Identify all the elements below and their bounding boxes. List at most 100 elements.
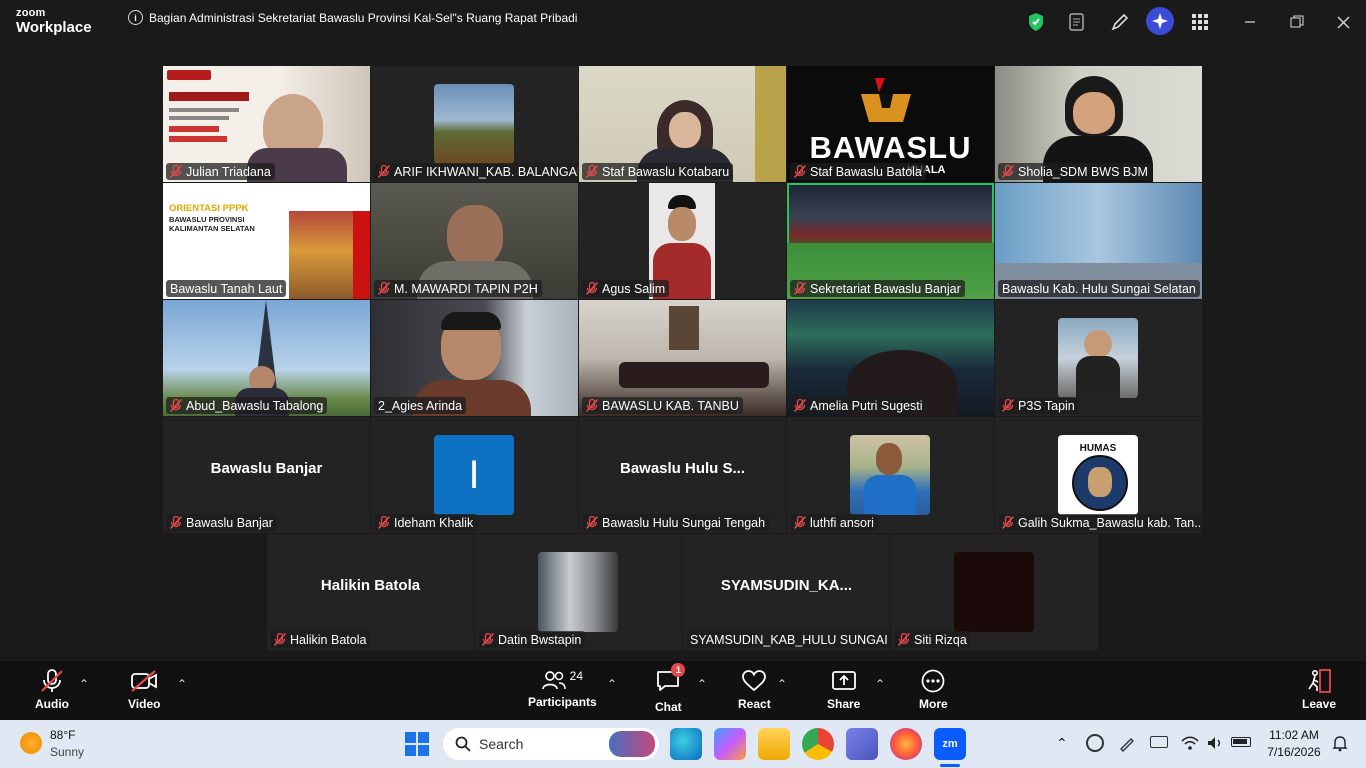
mic-muted-icon xyxy=(585,164,599,179)
firefox-icon[interactable] xyxy=(890,728,922,760)
participant-name: Datin Bwstapin xyxy=(498,632,582,647)
mic-muted-icon xyxy=(481,632,495,647)
participant-tile[interactable]: M. MAWARDI TAPIN P2H xyxy=(371,183,578,299)
participant-name-tag: ARIF IKHWANI_KAB. BALANGAN xyxy=(374,163,578,180)
participant-tile[interactable]: BAWASLU KAB. TANBU xyxy=(579,300,786,416)
volume-icon[interactable] xyxy=(1206,734,1224,752)
participant-tile[interactable]: Bawaslu Hulu S... Bawaslu Hulu Sungai Te… xyxy=(579,417,786,533)
zoom-taskbar-icon[interactable]: zm xyxy=(934,728,966,760)
react-button[interactable]: React xyxy=(738,669,771,711)
participant-tile[interactable]: Siti Rizqa xyxy=(891,534,1098,650)
participant-tile[interactable]: Sholia_SDM BWS BJM xyxy=(995,66,1202,182)
clock-time[interactable]: 11:02 AM xyxy=(1262,728,1326,742)
participant-tile[interactable]: P3S Tapin xyxy=(995,300,1202,416)
leave-label: Leave xyxy=(1302,697,1337,711)
participant-name-tag: 2_Agies Arinda xyxy=(374,397,467,414)
participant-tile[interactable]: ORIENTASI PPPK BAWASLU PROVINSI KALIMANT… xyxy=(163,183,370,299)
participant-name: 2_Agies Arinda xyxy=(378,398,463,413)
participant-tile[interactable]: BAWASLU KUALA Staf Bawaslu Batola xyxy=(787,66,994,182)
participant-tile[interactable]: Datin Bwstapin xyxy=(475,534,682,650)
mic-muted-icon xyxy=(585,281,599,296)
apps-grid-icon[interactable] xyxy=(1188,10,1212,34)
participant-tile-active-speaker[interactable]: Sekretariat Bawaslu Banjar xyxy=(787,183,994,299)
participant-tile[interactable]: Abud_Bawaslu Tabalong xyxy=(163,300,370,416)
slide-text-line xyxy=(169,126,219,132)
person-face xyxy=(1073,92,1115,134)
participant-name-tag: Sholia_SDM BWS BJM xyxy=(998,163,1152,180)
participant-name: Galih Sukma_Bawaslu kab. Tan... xyxy=(1018,515,1202,530)
mic-muted-icon xyxy=(1001,515,1015,530)
participant-tile[interactable]: Bawaslu Banjar Bawaslu Banjar xyxy=(163,417,370,533)
audio-options-chevron-icon[interactable]: ⌃ xyxy=(79,677,89,691)
participant-tile[interactable]: Agus Salim xyxy=(579,183,786,299)
close-icon[interactable] xyxy=(1331,10,1355,34)
participants-button[interactable]: 24 Participants xyxy=(528,669,597,709)
pen-tray-icon[interactable] xyxy=(1118,734,1136,752)
participant-tile[interactable]: 2_Agies Arinda xyxy=(371,300,578,416)
participant-tile[interactable]: Staf Bawaslu Kotabaru xyxy=(579,66,786,182)
meeting-controls: Audio ⌃ Video ⌃ 24 Participants ⌃ 1 Chat… xyxy=(0,661,1366,720)
meeting-title[interactable]: i Bagian Administrasi Sekretariat Bawasl… xyxy=(128,10,577,25)
sync-icon[interactable] xyxy=(1086,734,1104,752)
participant-tile[interactable]: luthfi ansori xyxy=(787,417,994,533)
humas-badge-text: HUMAS xyxy=(1079,443,1117,454)
camera-off-icon xyxy=(131,670,158,692)
participant-tile[interactable]: SYAMSUDIN_KA... SYAMSUDIN_KAB_HULU SUNGA… xyxy=(683,534,890,650)
minimize-icon[interactable] xyxy=(1238,10,1262,34)
participant-name: luthfi ansori xyxy=(810,515,874,530)
participant-display-name: SYAMSUDIN_KA... xyxy=(720,577,853,594)
tray-overflow-chevron-icon[interactable]: ⌃ xyxy=(1056,735,1068,752)
chrome-icon[interactable] xyxy=(802,728,834,760)
participant-tile[interactable]: Halikin Batola Halikin Batola xyxy=(267,534,474,650)
clock-date[interactable]: 7/16/2026 xyxy=(1262,745,1326,759)
info-icon[interactable]: i xyxy=(128,10,143,25)
video-button[interactable]: Video xyxy=(128,669,160,711)
participant-tile[interactable]: Amelia Putri Sugesti xyxy=(787,300,994,416)
shield-icon[interactable] xyxy=(1024,10,1048,34)
file-explorer-icon[interactable] xyxy=(758,728,790,760)
ai-companion-icon[interactable] xyxy=(1146,7,1174,35)
taskbar-search[interactable]: Search xyxy=(443,728,659,760)
participant-name: Sekretariat Bawaslu Banjar xyxy=(810,281,961,296)
battery-icon[interactable] xyxy=(1231,737,1251,747)
wifi-icon[interactable] xyxy=(1181,734,1199,752)
slide-heading-bar xyxy=(169,92,249,101)
restore-icon[interactable] xyxy=(1285,10,1309,34)
notification-bell-icon[interactable] xyxy=(1332,734,1348,752)
participant-name: Bawaslu Kab. Hulu Sungai Selatan xyxy=(1002,281,1196,296)
edge-icon[interactable] xyxy=(670,728,702,760)
chat-button[interactable]: 1 Chat xyxy=(655,663,686,714)
participant-tile[interactable]: Julian Triadana xyxy=(163,66,370,182)
participant-tile[interactable]: I Ideham Khalik xyxy=(371,417,578,533)
leave-button[interactable]: Leave xyxy=(1302,669,1336,711)
mic-muted-icon xyxy=(793,398,807,413)
share-options-chevron-icon[interactable]: ⌃ xyxy=(875,677,885,691)
audio-button[interactable]: Audio xyxy=(35,669,69,711)
participants-options-chevron-icon[interactable]: ⌃ xyxy=(607,677,617,691)
participant-tile[interactable]: HUMAS Galih Sukma_Bawaslu kab. Tan... xyxy=(995,417,1202,533)
teams-icon[interactable] xyxy=(846,728,878,760)
copilot-icon[interactable] xyxy=(714,728,746,760)
participant-name: ARIF IKHWANI_KAB. BALANGAN xyxy=(394,164,578,179)
share-button[interactable]: Share xyxy=(827,669,860,711)
heart-icon xyxy=(742,670,767,692)
windows-start-icon[interactable] xyxy=(405,732,429,756)
participant-name-tag: Staf Bawaslu Kotabaru xyxy=(582,163,734,180)
react-options-chevron-icon[interactable]: ⌃ xyxy=(777,677,787,691)
more-button[interactable]: More xyxy=(919,669,948,711)
participant-tile[interactable]: ARIF IKHWANI_KAB. BALANGAN xyxy=(371,66,578,182)
chat-options-chevron-icon[interactable]: ⌃ xyxy=(697,677,707,691)
sun-weather-icon[interactable] xyxy=(20,732,42,754)
notes-icon[interactable] xyxy=(1065,10,1089,34)
participants-count: 24 xyxy=(569,669,584,683)
video-gallery: Julian Triadana ARIF IKHWANI_KAB. BALANG… xyxy=(0,44,1366,661)
annotate-icon[interactable] xyxy=(1108,10,1132,34)
mic-muted-icon xyxy=(793,164,807,179)
video-options-chevron-icon[interactable]: ⌃ xyxy=(177,677,187,691)
weather-temp[interactable]: 88°F xyxy=(50,728,75,742)
participant-tile[interactable]: Bawaslu Kab. Hulu Sungai Selatan xyxy=(995,183,1202,299)
participant-name-tag: P3S Tapin xyxy=(998,397,1079,414)
keyboard-icon[interactable] xyxy=(1150,736,1168,748)
participant-name-tag: Bawaslu Hulu Sungai Tengah xyxy=(582,514,770,531)
mic-muted-icon xyxy=(585,515,599,530)
